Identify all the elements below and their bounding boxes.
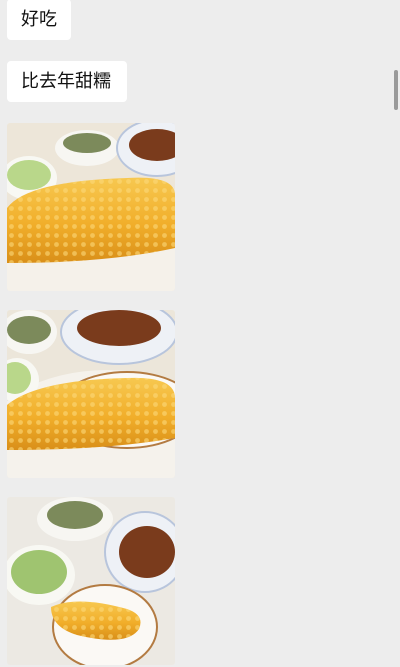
message-bubble[interactable]: 比去年甜糯 (7, 61, 127, 102)
photo-message[interactable] (7, 123, 175, 291)
message-text: 好吃 (21, 8, 57, 30)
photo-corn-dinner-icon (7, 123, 175, 291)
photo-corn-dinner-icon (7, 497, 175, 665)
message-bubble[interactable]: 好吃 (7, 0, 71, 40)
photo-message[interactable] (7, 310, 175, 478)
scrollbar[interactable] (394, 70, 398, 110)
photo-corn-dinner-icon (7, 310, 175, 478)
message-text: 比去年甜糯 (21, 70, 111, 92)
photo-message[interactable] (7, 497, 175, 665)
